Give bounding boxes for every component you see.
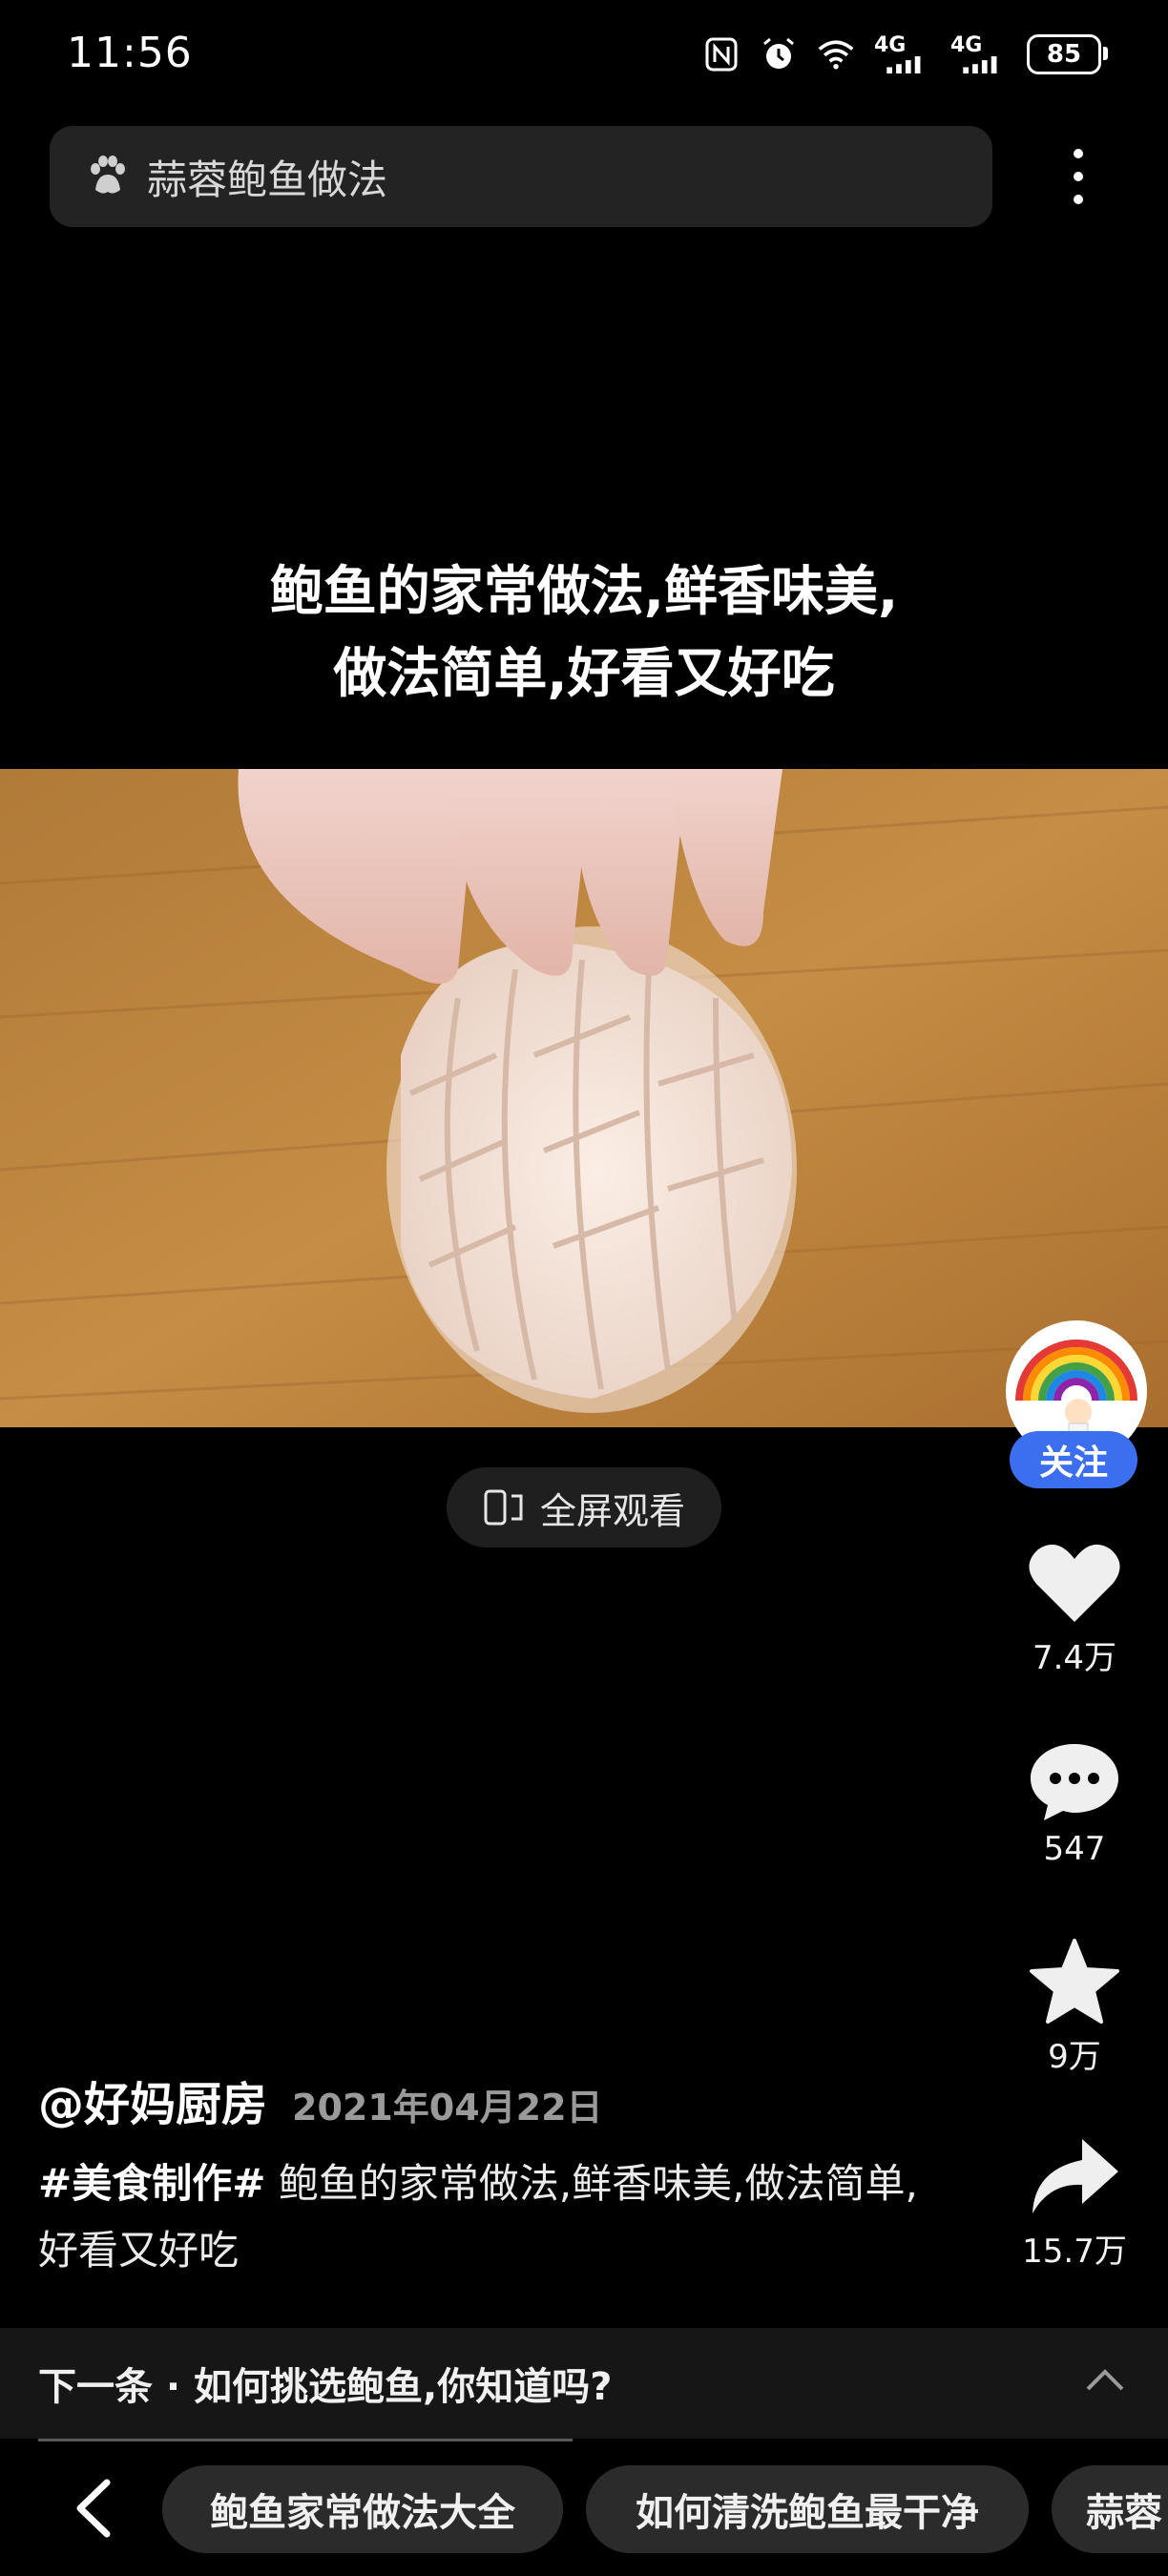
wifi-icon (817, 35, 855, 73)
search-bar[interactable]: 蒜蓉鲍鱼做法 (50, 126, 992, 227)
star-icon (1030, 1939, 1119, 2024)
related-chip-3[interactable]: 蒜蓉 (1052, 2465, 1168, 2553)
back-arrow-icon[interactable] (67, 2477, 124, 2540)
comment-button[interactable]: 547 (1015, 1740, 1134, 1868)
favorite-button[interactable]: 9万 (1015, 1937, 1134, 2077)
baidu-paw-icon (91, 156, 125, 194)
video-caption: 鲍鱼的家常做法,鲜香味美, 做法简单,好看又好吃 (0, 551, 1168, 716)
like-button[interactable]: 7.4万 (1015, 1542, 1134, 1678)
signal-1: 4G (874, 35, 931, 73)
next-video-label: 下一条 · 如何挑选鲍鱼,你知道吗? (38, 2365, 613, 2409)
video-player[interactable] (0, 769, 1168, 1427)
chevron-up-icon[interactable] (1084, 2366, 1126, 2393)
video-caption-line2: 做法简单,好看又好吃 (333, 643, 835, 705)
follow-button[interactable]: 关注 (1010, 1431, 1137, 1488)
alarm-icon (760, 35, 798, 73)
author-line: @好妈厨房 2021年04月22日 (38, 2067, 603, 2133)
author-name[interactable]: @好妈厨房 (38, 2067, 267, 2133)
status-icons: 4G 4G 85 (702, 34, 1108, 74)
favorite-count: 9万 (1048, 2038, 1101, 2076)
post-description: #美食制作# 鲍鱼的家常做法,鲜香味美,做法简单,好看又好吃 (38, 2150, 935, 2284)
nfc-icon (702, 35, 740, 73)
video-caption-line1: 鲍鱼的家常做法,鲜香味美, (269, 561, 899, 623)
next-video-bar[interactable]: 下一条 · 如何挑选鲍鱼,你知道吗? (0, 2328, 1168, 2439)
status-time: 11:56 (67, 29, 193, 77)
like-count: 7.4万 (1032, 1639, 1117, 1677)
related-chip-1[interactable]: 鲍鱼家常做法大全 (162, 2465, 563, 2553)
heart-icon (1029, 1544, 1120, 1622)
share-count: 15.7万 (1022, 2233, 1127, 2271)
comment-icon (1031, 1744, 1118, 1820)
video-frame-image (0, 769, 1168, 1427)
share-button[interactable]: 15.7万 (1015, 2133, 1134, 2272)
fullscreen-label: 全屏观看 (539, 1489, 685, 1532)
signal-2: 4G (950, 35, 1008, 73)
search-query: 蒜蓉鲍鱼做法 (147, 156, 388, 203)
more-options-icon[interactable] (1050, 138, 1107, 215)
share-arrow-icon (1032, 2139, 1118, 2213)
hashtag-link[interactable]: #美食制作# (38, 2160, 265, 2207)
progress-divider (38, 2439, 573, 2441)
fullscreen-button[interactable]: 全屏观看 (447, 1467, 721, 1548)
post-date: 2021年04月22日 (292, 2087, 603, 2129)
comment-count: 547 (1043, 1830, 1106, 1868)
battery-indicator: 85 (1027, 34, 1108, 74)
related-chip-2[interactable]: 如何清洗鲍鱼最干净 (586, 2465, 1029, 2553)
rotate-screen-icon (484, 1489, 523, 1526)
